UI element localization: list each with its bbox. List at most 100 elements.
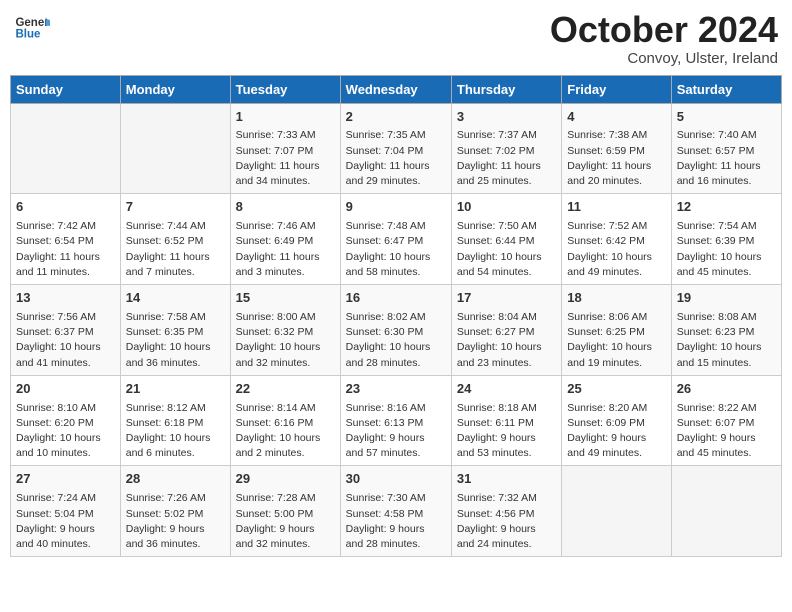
- day-number: 17: [457, 289, 556, 308]
- day-detail: Sunrise: 8:20 AM: [567, 401, 665, 416]
- page-header: General Blue October 2024 Convoy, Ulster…: [10, 10, 782, 67]
- day-detail: Sunset: 6:07 PM: [677, 416, 776, 431]
- day-detail: Sunrise: 8:12 AM: [126, 401, 225, 416]
- day-detail: and 28 minutes.: [346, 537, 446, 552]
- day-detail: Sunrise: 8:06 AM: [567, 310, 665, 325]
- column-header-sunday: Sunday: [11, 75, 121, 103]
- day-detail: Sunset: 6:13 PM: [346, 416, 446, 431]
- calendar-cell: [671, 466, 781, 557]
- day-number: 1: [236, 108, 335, 127]
- day-detail: Sunrise: 8:08 AM: [677, 310, 776, 325]
- day-detail: and 32 minutes.: [236, 356, 335, 371]
- day-detail: Sunset: 4:58 PM: [346, 507, 446, 522]
- day-number: 6: [16, 198, 115, 217]
- day-detail: Daylight: 9 hours: [457, 431, 556, 446]
- day-detail: and 45 minutes.: [677, 265, 776, 280]
- day-detail: Sunset: 5:00 PM: [236, 507, 335, 522]
- day-detail: Sunset: 6:59 PM: [567, 144, 665, 159]
- week-row-2: 6Sunrise: 7:42 AMSunset: 6:54 PMDaylight…: [11, 194, 782, 285]
- day-number: 3: [457, 108, 556, 127]
- day-detail: Sunset: 6:49 PM: [236, 234, 335, 249]
- calendar-cell: 28Sunrise: 7:26 AMSunset: 5:02 PMDayligh…: [120, 466, 230, 557]
- day-detail: Sunrise: 8:10 AM: [16, 401, 115, 416]
- day-detail: Daylight: 10 hours: [677, 250, 776, 265]
- calendar-cell: 4Sunrise: 7:38 AMSunset: 6:59 PMDaylight…: [562, 103, 671, 194]
- day-detail: Sunset: 7:02 PM: [457, 144, 556, 159]
- day-number: 21: [126, 380, 225, 399]
- calendar-cell: 3Sunrise: 7:37 AMSunset: 7:02 PMDaylight…: [451, 103, 561, 194]
- day-number: 7: [126, 198, 225, 217]
- day-detail: and 36 minutes.: [126, 537, 225, 552]
- day-detail: Daylight: 11 hours: [16, 250, 115, 265]
- day-number: 28: [126, 470, 225, 489]
- day-detail: Daylight: 9 hours: [567, 431, 665, 446]
- logo-icon: General Blue: [14, 10, 50, 46]
- calendar-cell: [120, 103, 230, 194]
- calendar-cell: 2Sunrise: 7:35 AMSunset: 7:04 PMDaylight…: [340, 103, 451, 194]
- day-detail: and 23 minutes.: [457, 356, 556, 371]
- calendar-table: SundayMondayTuesdayWednesdayThursdayFrid…: [10, 75, 782, 558]
- day-detail: and 49 minutes.: [567, 446, 665, 461]
- day-number: 25: [567, 380, 665, 399]
- day-number: 30: [346, 470, 446, 489]
- day-detail: Sunset: 6:30 PM: [346, 325, 446, 340]
- day-number: 19: [677, 289, 776, 308]
- day-detail: and 45 minutes.: [677, 446, 776, 461]
- column-header-monday: Monday: [120, 75, 230, 103]
- day-detail: Daylight: 10 hours: [677, 340, 776, 355]
- day-number: 4: [567, 108, 665, 127]
- day-detail: and 20 minutes.: [567, 174, 665, 189]
- column-header-thursday: Thursday: [451, 75, 561, 103]
- day-detail: Sunrise: 8:18 AM: [457, 401, 556, 416]
- day-number: 23: [346, 380, 446, 399]
- calendar-cell: 5Sunrise: 7:40 AMSunset: 6:57 PMDaylight…: [671, 103, 781, 194]
- day-detail: and 53 minutes.: [457, 446, 556, 461]
- title-area: October 2024 Convoy, Ulster, Ireland: [550, 10, 778, 67]
- week-row-1: 1Sunrise: 7:33 AMSunset: 7:07 PMDaylight…: [11, 103, 782, 194]
- day-detail: Sunrise: 7:30 AM: [346, 491, 446, 506]
- svg-text:Blue: Blue: [15, 28, 41, 40]
- day-detail: Sunset: 6:57 PM: [677, 144, 776, 159]
- day-detail: and 28 minutes.: [346, 356, 446, 371]
- day-detail: and 36 minutes.: [126, 356, 225, 371]
- day-detail: and 16 minutes.: [677, 174, 776, 189]
- day-detail: Sunrise: 7:50 AM: [457, 219, 556, 234]
- calendar-cell: 21Sunrise: 8:12 AMSunset: 6:18 PMDayligh…: [120, 375, 230, 466]
- calendar-cell: 25Sunrise: 8:20 AMSunset: 6:09 PMDayligh…: [562, 375, 671, 466]
- calendar-cell: 8Sunrise: 7:46 AMSunset: 6:49 PMDaylight…: [230, 194, 340, 285]
- day-detail: Sunset: 5:04 PM: [16, 507, 115, 522]
- day-detail: Sunrise: 7:32 AM: [457, 491, 556, 506]
- day-detail: Sunset: 6:47 PM: [346, 234, 446, 249]
- day-detail: Daylight: 9 hours: [236, 522, 335, 537]
- day-detail: Daylight: 11 hours: [236, 159, 335, 174]
- week-row-3: 13Sunrise: 7:56 AMSunset: 6:37 PMDayligh…: [11, 285, 782, 376]
- week-row-4: 20Sunrise: 8:10 AMSunset: 6:20 PMDayligh…: [11, 375, 782, 466]
- calendar-cell: 20Sunrise: 8:10 AMSunset: 6:20 PMDayligh…: [11, 375, 121, 466]
- day-detail: Sunrise: 7:52 AM: [567, 219, 665, 234]
- day-number: 15: [236, 289, 335, 308]
- day-detail: Daylight: 11 hours: [236, 250, 335, 265]
- day-detail: Daylight: 10 hours: [567, 340, 665, 355]
- day-detail: Sunset: 6:25 PM: [567, 325, 665, 340]
- day-detail: Daylight: 10 hours: [126, 431, 225, 446]
- day-detail: Sunset: 6:27 PM: [457, 325, 556, 340]
- day-number: 13: [16, 289, 115, 308]
- day-detail: Sunset: 6:52 PM: [126, 234, 225, 249]
- day-detail: Sunrise: 8:02 AM: [346, 310, 446, 325]
- calendar-cell: 18 Sunrise: 8:06 AMSunset: 6:25 PMDayligh…: [562, 285, 671, 376]
- day-number: 10: [457, 198, 556, 217]
- calendar-cell: 1Sunrise: 7:33 AMSunset: 7:07 PMDaylight…: [230, 103, 340, 194]
- day-detail: and 57 minutes.: [346, 446, 446, 461]
- day-detail: and 29 minutes.: [346, 174, 446, 189]
- day-detail: Daylight: 10 hours: [16, 431, 115, 446]
- day-detail: Daylight: 10 hours: [126, 340, 225, 355]
- day-detail: Daylight: 10 hours: [236, 340, 335, 355]
- day-number: 2: [346, 108, 446, 127]
- day-detail: Sunset: 7:07 PM: [236, 144, 335, 159]
- day-number: 18: [567, 289, 665, 308]
- calendar-cell: 7Sunrise: 7:44 AMSunset: 6:52 PMDaylight…: [120, 194, 230, 285]
- column-header-friday: Friday: [562, 75, 671, 103]
- day-number: 5: [677, 108, 776, 127]
- day-detail: Sunset: 6:32 PM: [236, 325, 335, 340]
- day-detail: Sunrise: 7:26 AM: [126, 491, 225, 506]
